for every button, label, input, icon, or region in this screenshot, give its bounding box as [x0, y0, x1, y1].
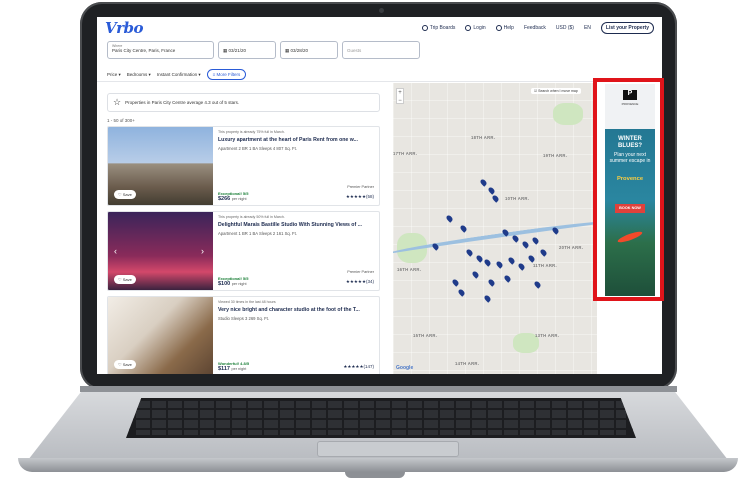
district-label: 10TH ARR.: [505, 196, 530, 201]
login-link[interactable]: Login: [465, 25, 486, 31]
map-pin[interactable]: [533, 280, 542, 289]
map-pin[interactable]: [483, 258, 492, 267]
map-pin[interactable]: [445, 214, 454, 223]
results-map[interactable]: + − ☑ Search when I move map 17TH ARR. 18…: [393, 83, 597, 374]
map-pin[interactable]: [487, 186, 496, 195]
district-label: 20TH ARR.: [559, 245, 584, 250]
listing-note: Viewed 30 times in the last 48 hours: [218, 300, 276, 304]
save-button[interactable]: ♡ Save: [114, 190, 136, 199]
laptop-hinge: [80, 386, 677, 392]
google-attribution: Google: [396, 365, 414, 371]
chevron-left-icon[interactable]: ‹: [114, 246, 117, 256]
listing-specs: Apartment 2 BR 1 BA Sleeps 4 807 Sq. Ft.: [218, 146, 297, 151]
map-pin[interactable]: [517, 262, 526, 271]
map-pin[interactable]: [471, 270, 480, 279]
header-nav: Trip Boards Login Help Feedback USD ($) …: [421, 22, 654, 34]
map-pin[interactable]: [483, 294, 492, 303]
laptop-notch: [345, 472, 405, 478]
chevron-right-icon[interactable]: ›: [201, 246, 204, 256]
map-pin[interactable]: [539, 248, 548, 257]
ad-highlight-frame: [593, 78, 664, 301]
webcam: [379, 8, 384, 13]
district-label: 11TH ARR.: [533, 263, 557, 268]
feedback-link[interactable]: Feedback: [524, 25, 546, 31]
listing-title[interactable]: Delightful Marais Bastille Studio With S…: [218, 222, 374, 228]
map-zoom-control[interactable]: + −: [396, 88, 404, 104]
user-icon: [465, 25, 472, 31]
district-label: 18TH ARR.: [471, 135, 496, 140]
premier-partner-label: Premier Partner: [347, 270, 374, 274]
listing-info: This property is already 75% full in Mar…: [218, 130, 374, 202]
site-header: Vrbo Trip Boards Login Help Feedback USD…: [97, 17, 662, 39]
save-button[interactable]: ♡ Save: [114, 275, 136, 284]
results-count: 1 - 50 of 300+: [107, 118, 135, 123]
trip-boards-link[interactable]: Trip Boards: [421, 25, 455, 31]
map-pin[interactable]: [459, 224, 468, 233]
language-selector[interactable]: EN: [584, 25, 591, 31]
map-park: [553, 103, 583, 125]
laptop-front-edge: [18, 458, 738, 472]
checkin-input[interactable]: ▦ 03/21/20: [218, 41, 276, 59]
laptop-touchpad: [318, 442, 458, 456]
map-pin[interactable]: [491, 194, 500, 203]
listing-info: Viewed 30 times in the last 48 hours Ver…: [218, 300, 374, 372]
listing-stars: ★★★★★(34): [345, 279, 374, 284]
laptop-keyboard: [126, 398, 636, 438]
listing-card[interactable]: ♡ Save Viewed 30 times in the last 48 ho…: [107, 296, 380, 374]
map-pin[interactable]: [479, 178, 488, 187]
header-divider: [97, 81, 662, 82]
listing-info: This property is already 50% full in Mar…: [218, 215, 374, 287]
district-label: 15TH ARR.: [413, 333, 438, 338]
currency-selector[interactable]: USD ($): [556, 25, 574, 31]
search-bar: Where Paris City Centre, Paris, France ▦…: [107, 41, 420, 59]
listing-title[interactable]: Very nice bright and character studio at…: [218, 307, 374, 313]
map-pin[interactable]: [527, 254, 536, 263]
more-filters-button[interactable]: ≡ More Filters: [206, 69, 247, 80]
laptop-mockup: Vrbo Trip Boards Login Help Feedback USD…: [0, 0, 751, 482]
map-pin[interactable]: [451, 278, 460, 287]
listing-stars: ★★★★★(58): [345, 194, 374, 199]
heart-icon: [421, 25, 428, 31]
search-when-move-checkbox[interactable]: ☑ Search when I move map: [531, 88, 581, 94]
district-label: 14TH ARR.: [455, 361, 480, 366]
map-pin[interactable]: [507, 256, 516, 265]
list-property-button[interactable]: List your Property: [600, 22, 654, 34]
map-pin[interactable]: [495, 260, 504, 269]
listing-specs: Studio Sleeps 3 269 Sq. Ft.: [218, 316, 269, 321]
instant-confirmation-filter[interactable]: Instant Confirmation ▾: [157, 72, 201, 78]
map-pin[interactable]: [475, 254, 484, 263]
district-label: 19TH ARR.: [543, 153, 568, 158]
listing-stars: ★★★★★(147): [343, 364, 374, 369]
price-filter[interactable]: Price ▾: [107, 72, 121, 78]
map-pin[interactable]: [465, 248, 474, 257]
bedrooms-filter[interactable]: Bedrooms ▾: [127, 72, 151, 78]
listing-title[interactable]: Luxury apartment at the heart of Paris R…: [218, 137, 374, 143]
map-pin[interactable]: [521, 240, 530, 249]
star-icon: ☆: [113, 97, 122, 107]
rating-banner: ☆ Properties in Paris City Centre averag…: [107, 93, 380, 112]
help-icon: [495, 25, 502, 31]
district-label: 13TH ARR.: [535, 333, 560, 338]
district-label: 16TH ARR.: [397, 267, 422, 272]
listing-note: This property is already 75% full in Mar…: [218, 130, 285, 134]
vrbo-logo[interactable]: Vrbo: [105, 19, 144, 37]
listing-card[interactable]: ♡ Save This property is already 75% full…: [107, 126, 380, 206]
screen: Vrbo Trip Boards Login Help Feedback USD…: [97, 17, 662, 374]
district-label: 17TH ARR.: [393, 151, 418, 156]
map-pin[interactable]: [503, 274, 512, 283]
where-input[interactable]: Where Paris City Centre, Paris, France: [107, 41, 214, 59]
listing-card[interactable]: ‹ › ♡ Save This property is already 50% …: [107, 211, 380, 291]
map-pin[interactable]: [487, 278, 496, 287]
help-link[interactable]: Help: [495, 25, 514, 31]
listing-note: This property is already 50% full in Mar…: [218, 215, 285, 219]
checkout-input[interactable]: ▦ 03/28/20: [280, 41, 338, 59]
filter-bar: Price ▾ Bedrooms ▾ Instant Confirmation …: [107, 69, 247, 80]
listing-specs: Apartment 1 BR 1 BA Sleeps 2 161 Sq. Ft.: [218, 231, 297, 236]
listing-list: ♡ Save This property is already 75% full…: [107, 126, 380, 374]
premier-partner-label: Premier Partner: [347, 185, 374, 189]
guests-input[interactable]: Guests: [342, 41, 420, 59]
map-pin[interactable]: [457, 288, 466, 297]
save-button[interactable]: ♡ Save: [114, 360, 136, 369]
